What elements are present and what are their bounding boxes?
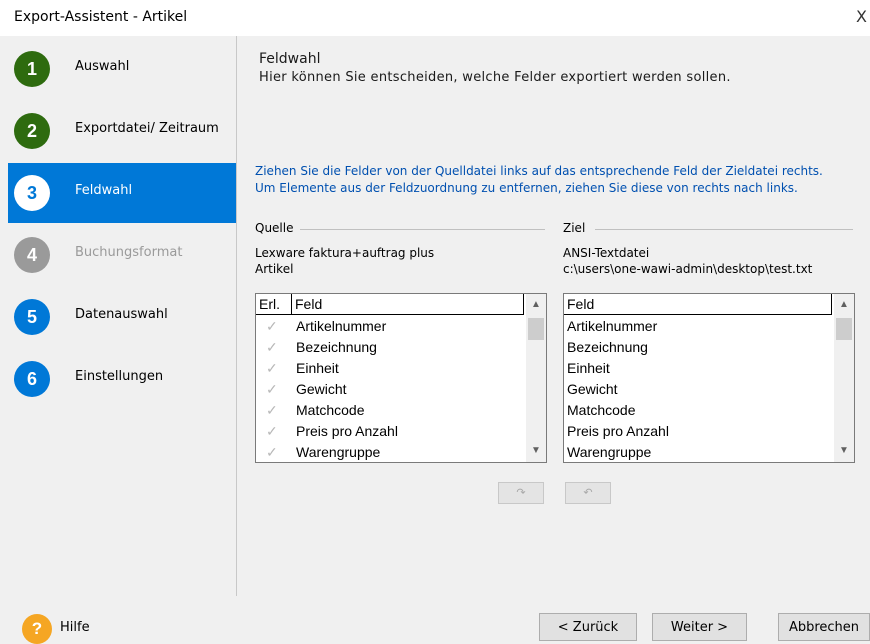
source-field-list[interactable]: Erl. Feld ▲ ▼ ✓ Artikelnummer ✓ Bezeichnung… — [255, 293, 547, 463]
list-item[interactable]: Bezeichnung — [567, 337, 648, 358]
scroll-thumb[interactable] — [836, 318, 852, 340]
list-item[interactable]: Matchcode — [296, 400, 364, 421]
list-item[interactable]: Warengruppe — [296, 442, 380, 462]
next-button[interactable]: Weiter > — [652, 613, 747, 641]
scroll-down-icon[interactable]: ▼ — [526, 442, 546, 460]
list-item[interactable]: Preis pro Anzahl — [296, 421, 398, 442]
list-item[interactable]: Gewicht — [296, 379, 347, 400]
source-list-header: Erl. Feld — [256, 294, 524, 315]
wizard-step-6[interactable]: 6 Einstellungen — [8, 349, 236, 409]
close-icon[interactable]: X — [856, 7, 867, 26]
target-path: c:\users\one-wawi-admin\desktop\test.txt — [563, 262, 813, 276]
target-list-header: Feld — [564, 294, 832, 315]
step-label: Datenauswahl — [75, 307, 168, 322]
checkmark-icon: ✓ — [266, 444, 278, 460]
wizard-step-2[interactable]: 2 Exportdatei/ Zeitraum — [8, 101, 236, 161]
scroll-down-icon[interactable]: ▼ — [834, 442, 854, 460]
list-item[interactable]: Gewicht — [567, 379, 618, 400]
step-number-icon: 4 — [14, 237, 50, 273]
main-panel: Feldwahl Hier können Sie entscheiden, we… — [237, 36, 870, 596]
list-item[interactable]: Bezeichnung — [296, 337, 377, 358]
footer-bar: ? Hilfe < Zurück Weiter > Abbrechen — [0, 596, 870, 644]
checkmark-icon: ✓ — [266, 360, 278, 376]
list-item[interactable]: Artikelnummer — [296, 316, 386, 337]
target-group-divider — [595, 229, 853, 230]
step-label: Feldwahl — [75, 183, 133, 198]
scroll-up-icon[interactable]: ▲ — [834, 296, 854, 314]
checkmark-icon: ✓ — [266, 318, 278, 334]
list-item[interactable]: Einheit — [567, 358, 610, 379]
checkmark-icon: ✓ — [266, 402, 278, 418]
checkmark-icon: ✓ — [266, 339, 278, 355]
list-item[interactable]: Artikelnummer — [567, 316, 657, 337]
help-link[interactable]: Hilfe — [60, 620, 90, 635]
source-list-scrollbar[interactable]: ▲ ▼ — [526, 294, 546, 462]
checkmark-icon: ✓ — [266, 381, 278, 397]
source-type: Artikel — [255, 262, 294, 276]
title-bar: Export-Assistent - Artikel X — [0, 0, 870, 36]
step-number-icon: 2 — [14, 113, 50, 149]
page-title: Feldwahl — [259, 51, 321, 67]
wizard-step-5[interactable]: 5 Datenauswahl — [8, 287, 236, 347]
instruction-line-2: Um Elemente aus der Feldzuordnung zu ent… — [255, 181, 798, 195]
assign-field-button[interactable]: ↷ — [498, 482, 544, 504]
target-field-list[interactable]: Feld ▲ ▼ Artikelnummer Bezeichnung Einheit… — [563, 293, 855, 463]
column-header-done[interactable]: Erl. — [256, 294, 292, 314]
step-number-icon: 3 — [14, 175, 50, 211]
target-list-scrollbar[interactable]: ▲ ▼ — [834, 294, 854, 462]
step-number-icon: 1 — [14, 51, 50, 87]
step-label: Einstellungen — [75, 369, 164, 384]
window-title: Export-Assistent - Artikel — [14, 9, 188, 25]
target-name: ANSI-Textdatei — [563, 246, 650, 260]
source-group-label: Quelle — [255, 221, 294, 235]
list-item[interactable]: Warengruppe — [567, 442, 651, 462]
step-number-icon: 5 — [14, 299, 50, 335]
wizard-step-1[interactable]: 1 Auswahl — [8, 39, 236, 99]
page-subtitle: Hier können Sie entscheiden, welche Feld… — [259, 70, 731, 85]
scroll-up-icon[interactable]: ▲ — [526, 296, 546, 314]
column-header-field[interactable]: Feld — [564, 294, 832, 314]
instruction-line-1: Ziehen Sie die Felder von der Quelldatei… — [255, 164, 823, 178]
help-icon[interactable]: ? — [22, 614, 52, 644]
list-item[interactable]: Matchcode — [567, 400, 635, 421]
list-item[interactable]: Einheit — [296, 358, 339, 379]
wizard-step-4: 4 Buchungsformat — [8, 225, 236, 285]
wizard-steps-sidebar: 1 Auswahl 2 Exportdatei/ Zeitraum 3 Feldwahl 4… — [8, 36, 237, 596]
back-button[interactable]: < Zurück — [539, 613, 637, 641]
step-label: Buchungsformat — [75, 245, 183, 260]
source-name: Lexware faktura+auftrag plus — [255, 246, 435, 260]
remove-field-button[interactable]: ↶ — [565, 482, 611, 504]
scroll-thumb[interactable] — [528, 318, 544, 340]
source-group-divider — [300, 229, 545, 230]
column-header-field[interactable]: Feld — [292, 294, 524, 314]
wizard-step-3[interactable]: 3 Feldwahl — [8, 163, 236, 223]
checkmark-icon: ✓ — [266, 423, 278, 439]
cancel-button[interactable]: Abbrechen — [778, 613, 870, 641]
step-label: Exportdatei/ Zeitraum — [75, 121, 219, 136]
step-label: Auswahl — [75, 59, 130, 74]
list-item[interactable]: Preis pro Anzahl — [567, 421, 669, 442]
step-number-icon: 6 — [14, 361, 50, 397]
target-group-label: Ziel — [563, 221, 586, 235]
